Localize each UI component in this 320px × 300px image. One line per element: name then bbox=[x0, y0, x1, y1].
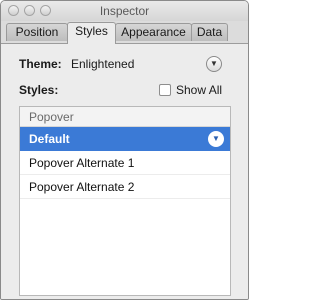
list-item-default[interactable]: Default ▼ bbox=[20, 127, 230, 151]
title-bar: Inspector bbox=[1, 1, 248, 21]
show-all-checkbox[interactable] bbox=[159, 84, 171, 96]
list-item-popover-alternate-1[interactable]: Popover Alternate 1 bbox=[20, 151, 230, 175]
chevron-down-icon[interactable]: ▼ bbox=[208, 131, 224, 147]
tab-appearance[interactable]: Appearance bbox=[115, 23, 192, 41]
tab-styles[interactable]: Styles bbox=[67, 22, 116, 44]
styles-label: Styles: bbox=[19, 83, 59, 97]
theme-dropdown-button[interactable]: ▼ bbox=[206, 56, 222, 72]
list-header: Popover bbox=[20, 107, 230, 127]
styles-list: Popover Default ▼ Popover Alternate 1 Po… bbox=[19, 106, 231, 296]
chevron-down-icon: ▼ bbox=[210, 59, 218, 68]
tab-position[interactable]: Position bbox=[6, 23, 68, 41]
styles-panel: Theme: Enlightened ▼ Styles: Show All Po… bbox=[1, 44, 248, 299]
tab-data[interactable]: Data bbox=[191, 23, 228, 41]
list-item-label: Popover Alternate 1 bbox=[29, 156, 135, 170]
tab-bar: Position Styles Appearance Data bbox=[1, 21, 248, 44]
inspector-window: Inspector Position Styles Appearance Dat… bbox=[0, 0, 249, 300]
list-item-label: Default bbox=[29, 132, 70, 146]
list-item-popover-alternate-2[interactable]: Popover Alternate 2 bbox=[20, 175, 230, 199]
theme-value: Enlightened bbox=[71, 57, 135, 71]
theme-label: Theme: bbox=[19, 57, 62, 71]
list-item-label: Popover Alternate 2 bbox=[29, 180, 135, 194]
window-title: Inspector bbox=[99, 4, 150, 18]
show-all-label: Show All bbox=[176, 83, 223, 97]
